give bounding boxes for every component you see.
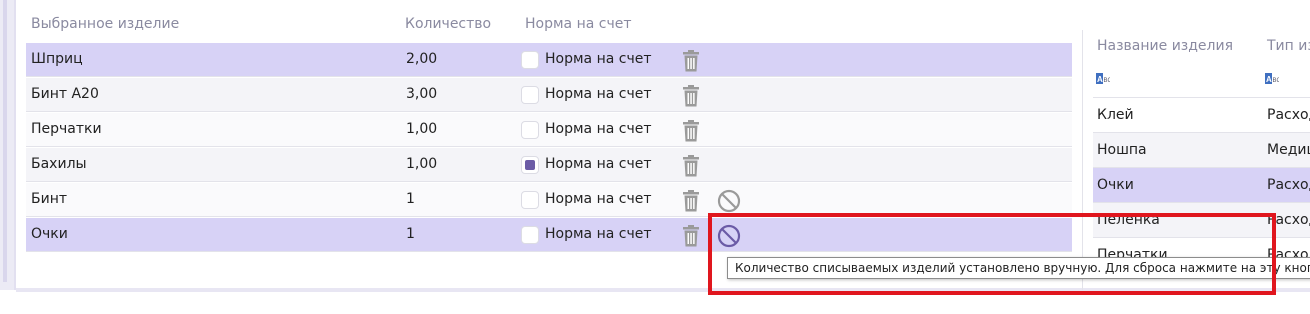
- catalog-item-name: Очки: [1097, 177, 1134, 193]
- svg-text:BC: BC: [1273, 78, 1280, 84]
- item-name: Перчатки: [31, 121, 102, 137]
- item-name: Бинт А20: [31, 86, 99, 102]
- text-filter-icon[interactable]: A BC: [1265, 73, 1279, 85]
- svg-text:A: A: [1097, 75, 1103, 84]
- reset-quantity-block-icon[interactable]: [717, 189, 741, 213]
- norm-checkbox-label: Норма на счет: [545, 191, 652, 207]
- item-quantity[interactable]: 2,00: [406, 51, 437, 67]
- catalog-row[interactable]: Ношпа Медиц: [1093, 133, 1310, 168]
- catalog-item-type: Расход: [1267, 177, 1310, 193]
- trash-icon[interactable]: [682, 190, 700, 212]
- text-filter-icon[interactable]: A BC: [1096, 73, 1110, 85]
- header-selected-item[interactable]: Выбранное изделие: [31, 16, 179, 36]
- item-name: Бахилы: [31, 156, 87, 172]
- annotation-highlight-box: [708, 213, 1276, 295]
- catalog-item-name: Клей: [1097, 107, 1134, 123]
- norm-checkbox[interactable]: [521, 51, 539, 69]
- item-quantity[interactable]: 1,00: [406, 121, 437, 137]
- norm-checkbox[interactable]: [521, 121, 539, 139]
- catalog-item-type: Расход: [1267, 107, 1310, 123]
- item-quantity[interactable]: 1,00: [406, 156, 437, 172]
- item-quantity[interactable]: 1: [406, 191, 415, 207]
- item-quantity[interactable]: 1: [406, 226, 415, 242]
- item-quantity[interactable]: 3,00: [406, 86, 437, 102]
- left-frame: [0, 0, 16, 290]
- svg-text:BC: BC: [1104, 78, 1111, 84]
- catalog-row[interactable]: Очки Расход: [1093, 168, 1310, 203]
- item-name: Шприц: [31, 51, 83, 67]
- norm-checkbox-label: Норма на счет: [545, 226, 652, 242]
- header-quantity[interactable]: Количество: [405, 16, 491, 36]
- catalog-item-name: Ношпа: [1097, 142, 1147, 158]
- trash-icon[interactable]: [682, 50, 700, 72]
- header-norm[interactable]: Норма на счет: [525, 16, 632, 36]
- table-row[interactable]: Бахилы 1,00 Норма на счет: [26, 148, 1072, 182]
- catalog-row[interactable]: Клей Расход: [1093, 98, 1310, 133]
- header-item-type[interactable]: Тип из: [1267, 38, 1310, 54]
- norm-checkbox[interactable]: [521, 226, 539, 244]
- trash-icon[interactable]: [682, 155, 700, 177]
- norm-checkbox-label: Норма на счет: [545, 86, 652, 102]
- header-item-name[interactable]: Название изделия: [1097, 38, 1233, 54]
- trash-icon[interactable]: [682, 225, 700, 247]
- left-frame-inner: [3, 0, 7, 282]
- table-row[interactable]: Бинт 1 Норма на счет: [26, 183, 1072, 217]
- norm-checkbox-label: Норма на счет: [545, 51, 652, 67]
- norm-checkbox[interactable]: [521, 156, 539, 174]
- catalog-item-type: Медиц: [1267, 142, 1310, 158]
- norm-checkbox[interactable]: [521, 86, 539, 104]
- table-row[interactable]: Шприц 2,00 Норма на счет: [26, 43, 1072, 77]
- norm-checkbox-label: Норма на счет: [545, 121, 652, 137]
- item-name: Очки: [31, 226, 68, 242]
- norm-checkbox-label: Норма на счет: [545, 156, 652, 172]
- table-row[interactable]: Перчатки 1,00 Норма на счет: [26, 113, 1072, 147]
- norm-checkbox[interactable]: [521, 191, 539, 209]
- trash-icon[interactable]: [682, 120, 700, 142]
- svg-text:A: A: [1266, 75, 1272, 84]
- table-row[interactable]: Бинт А20 3,00 Норма на счет: [26, 78, 1072, 112]
- item-name: Бинт: [31, 191, 68, 207]
- trash-icon[interactable]: [682, 85, 700, 107]
